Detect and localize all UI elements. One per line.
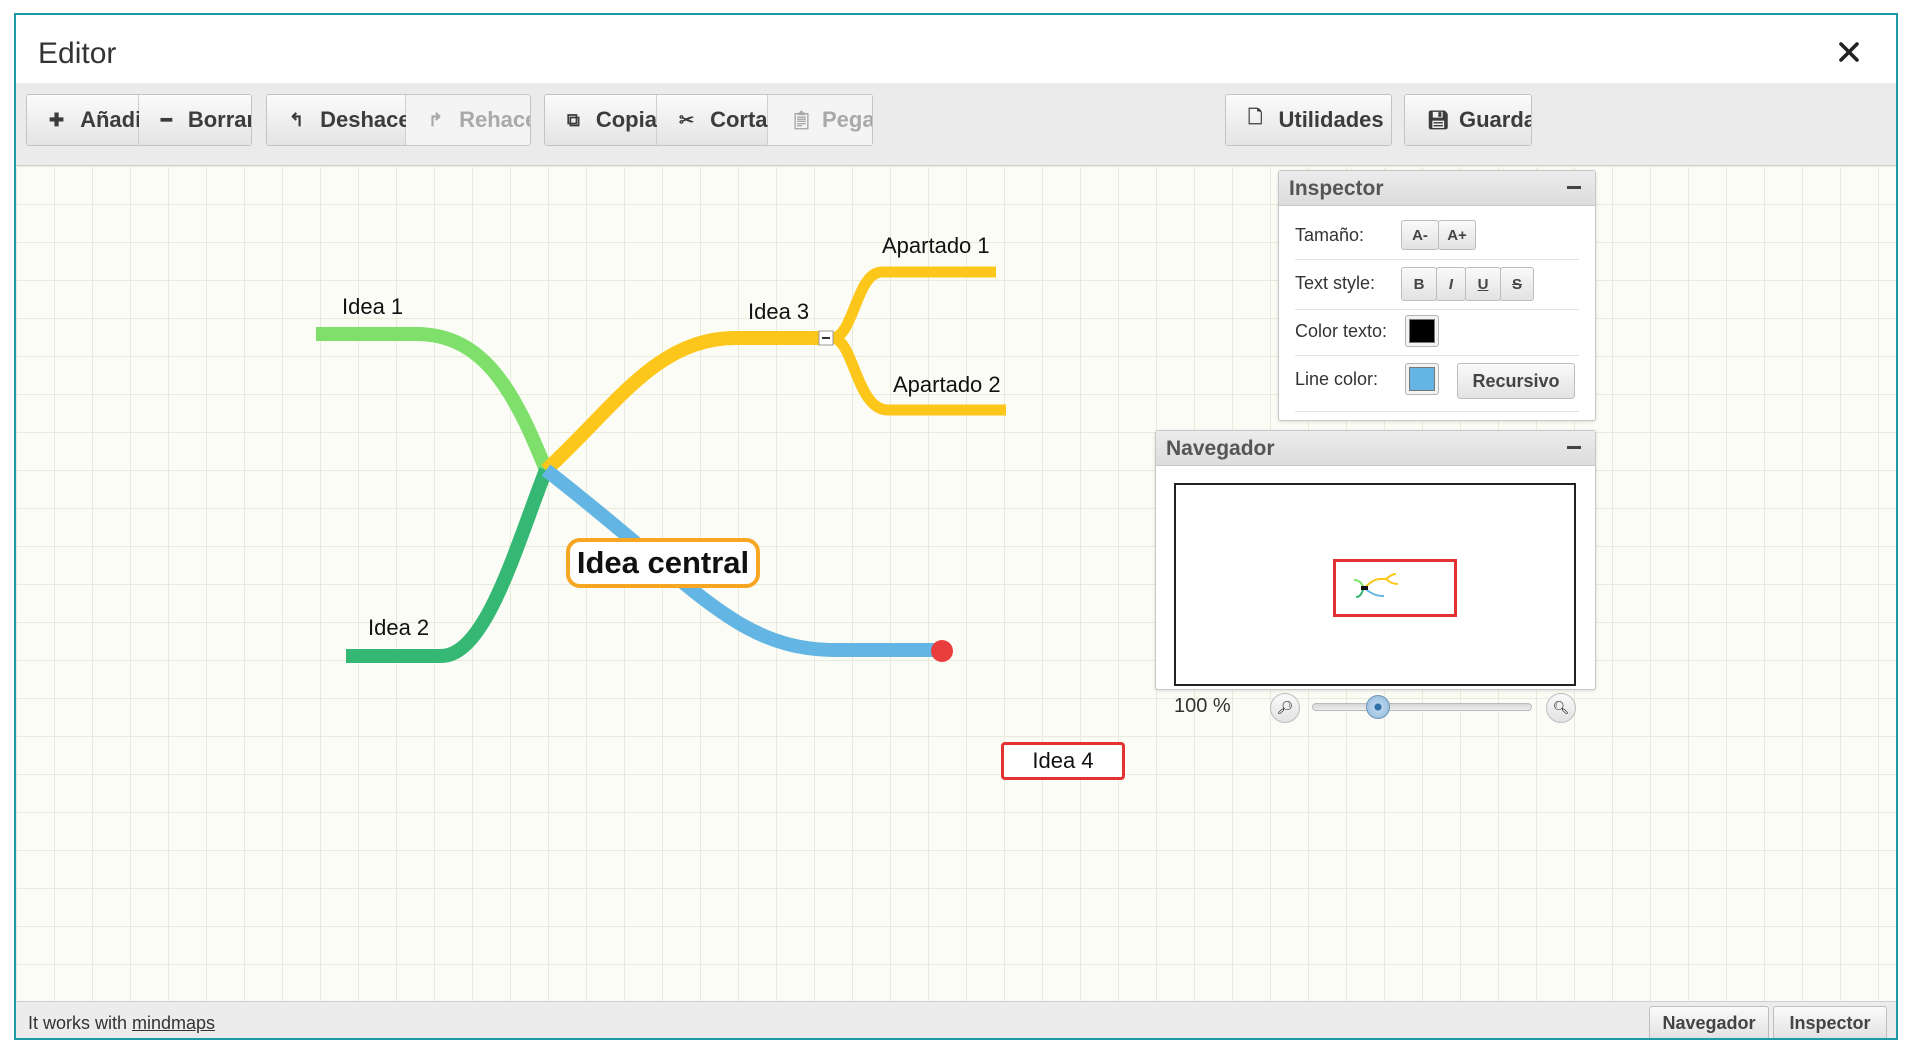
undo-button[interactable]: ↰ Deshacer bbox=[267, 95, 419, 145]
navigator-preview[interactable] bbox=[1174, 483, 1576, 686]
paste-label: Pegar bbox=[822, 107, 872, 132]
paste-button[interactable]: 📋︎ Pegar bbox=[768, 95, 872, 145]
node-idea2[interactable]: Idea 2 bbox=[368, 615, 429, 641]
strikethrough-button[interactable]: S bbox=[1500, 267, 1534, 301]
scissors-icon: ✂ bbox=[679, 109, 695, 130]
line-color-label: Line color: bbox=[1295, 369, 1379, 389]
text-color-label: Color texto: bbox=[1295, 321, 1388, 341]
copy-button[interactable]: ⧉ Copiar bbox=[545, 95, 666, 145]
divider bbox=[1295, 355, 1579, 356]
minimize-icon[interactable] bbox=[1567, 446, 1581, 449]
redo-icon: ↱ bbox=[428, 109, 444, 130]
cut-label: Cortar bbox=[710, 107, 777, 132]
minimap-icon bbox=[1353, 573, 1399, 598]
save-icon: 💾︎ bbox=[1427, 109, 1450, 130]
history-group: ↰ Deshacer ↱ Rehacer bbox=[266, 94, 531, 146]
utilities-label: Utilidades bbox=[1278, 107, 1384, 132]
branch-idea1[interactable] bbox=[316, 327, 553, 473]
divider bbox=[1295, 309, 1579, 310]
cut-button[interactable]: ✂ Cortar bbox=[657, 95, 776, 145]
save-button[interactable]: 💾︎ Guardar bbox=[1405, 95, 1531, 145]
branch-apartado1[interactable] bbox=[830, 266, 996, 344]
navigator-toggle-button[interactable]: Navegador bbox=[1649, 1006, 1769, 1038]
window-title: Editor bbox=[38, 37, 117, 70]
divider bbox=[1295, 411, 1579, 412]
minus-icon: ━ bbox=[161, 109, 172, 130]
text-color-swatch bbox=[1409, 319, 1435, 343]
navigator-panel: Navegador 100 % 🔎︎ 🔍︎ bbox=[1155, 430, 1596, 723]
clipboard-group: ⧉ Copiar ✂ Cortar 📋︎ Pegar bbox=[544, 94, 873, 146]
zoom-out-icon: 🔎︎ bbox=[1276, 700, 1294, 715]
recursive-button[interactable]: Recursivo bbox=[1457, 363, 1575, 399]
divider bbox=[1295, 259, 1579, 260]
node-apartado1[interactable]: Apartado 1 bbox=[882, 233, 990, 259]
utilities-dropdown[interactable]: 🗋 Utilidades ▼ bbox=[1226, 95, 1391, 145]
inspector-toggle-button[interactable]: Inspector bbox=[1773, 1006, 1887, 1038]
plus-icon: ✚ bbox=[49, 109, 65, 130]
inspector-panel: Inspector Tamaño: A- A+ Text style: B I … bbox=[1278, 170, 1596, 421]
save-label: Guardar bbox=[1459, 107, 1531, 132]
node-idea4-label: Idea 4 bbox=[1032, 748, 1094, 773]
delete-label: Borrar bbox=[187, 107, 252, 132]
copy-label: Copiar bbox=[595, 107, 666, 132]
inspector-title: Inspector bbox=[1289, 177, 1384, 200]
text-color-picker[interactable] bbox=[1405, 315, 1439, 347]
navigator-title: Navegador bbox=[1166, 437, 1275, 460]
utilities-group: 🗋 Utilidades ▼ bbox=[1225, 94, 1392, 146]
close-button[interactable] bbox=[1832, 35, 1866, 69]
redo-button[interactable]: ↱ Rehacer bbox=[406, 95, 530, 145]
line-color-swatch bbox=[1409, 367, 1435, 391]
add-button[interactable]: ✚ Añadir bbox=[27, 95, 150, 145]
font-size-decrease-button[interactable]: A- bbox=[1401, 220, 1439, 250]
delete-button[interactable]: ━ Borrar bbox=[139, 95, 251, 145]
status-caption: It works with bbox=[28, 1013, 133, 1033]
zoom-out-button[interactable]: 🔎︎ bbox=[1270, 693, 1300, 723]
mindmap-branches bbox=[316, 266, 1006, 663]
redo-label: Rehacer bbox=[459, 107, 530, 132]
central-node[interactable]: Idea central bbox=[566, 538, 760, 588]
title-bar: Editor bbox=[16, 15, 1896, 83]
zoom-level: 100 % bbox=[1174, 695, 1231, 717]
node-idea3[interactable]: Idea 3 bbox=[748, 299, 809, 325]
navigator-header[interactable]: Navegador bbox=[1156, 431, 1595, 466]
close-icon bbox=[1839, 42, 1859, 62]
underline-button[interactable]: U bbox=[1465, 267, 1501, 301]
editor-window: Editor ✚ Añadir ━ Borrar ↰ Deshacer ↱ Re… bbox=[14, 13, 1898, 1040]
italic-button[interactable]: I bbox=[1436, 267, 1466, 301]
paste-icon: 📋︎ bbox=[790, 109, 813, 130]
inspector-header[interactable]: Inspector bbox=[1279, 171, 1595, 206]
zoom-in-button[interactable]: 🔍︎ bbox=[1546, 693, 1576, 723]
save-group: 💾︎ Guardar bbox=[1404, 94, 1532, 146]
node-idea1[interactable]: Idea 1 bbox=[342, 294, 403, 320]
drag-handle[interactable] bbox=[931, 640, 953, 662]
undo-label: Deshacer bbox=[320, 107, 420, 132]
zoom-in-icon: 🔍︎ bbox=[1552, 700, 1570, 715]
line-color-picker[interactable] bbox=[1405, 363, 1439, 395]
status-bar: It works with mindmaps Navegador Inspect… bbox=[16, 1001, 1896, 1038]
toolbar: ✚ Añadir ━ Borrar ↰ Deshacer ↱ Rehacer ⧉… bbox=[16, 83, 1896, 166]
zoom-slider-thumb[interactable] bbox=[1366, 695, 1390, 719]
font-size-increase-button[interactable]: A+ bbox=[1438, 220, 1476, 250]
node-apartado2[interactable]: Apartado 2 bbox=[893, 372, 1001, 398]
bold-button[interactable]: B bbox=[1401, 267, 1437, 301]
node-idea4[interactable]: Idea 4 bbox=[1001, 742, 1125, 780]
copy-icon: ⧉ bbox=[567, 109, 580, 130]
minimize-icon[interactable] bbox=[1567, 186, 1581, 189]
branch-idea3[interactable] bbox=[541, 331, 832, 476]
collapse-toggle-icon[interactable] bbox=[818, 330, 834, 346]
text-style-label: Text style: bbox=[1295, 273, 1376, 293]
zoom-slider[interactable] bbox=[1312, 695, 1532, 719]
viewport-frame[interactable] bbox=[1333, 559, 1457, 617]
status-text: It works with mindmaps bbox=[28, 1013, 215, 1034]
document-icon: 🗋 bbox=[1248, 107, 1263, 127]
undo-icon: ↰ bbox=[289, 109, 305, 130]
edit-group: ✚ Añadir ━ Borrar bbox=[26, 94, 252, 146]
mindmaps-link[interactable]: mindmaps bbox=[132, 1013, 215, 1033]
mindmap-canvas[interactable]: Idea central Idea 1 Idea 2 Idea 3 Idea 4… bbox=[16, 166, 1896, 1001]
size-label: Tamaño: bbox=[1295, 225, 1365, 245]
